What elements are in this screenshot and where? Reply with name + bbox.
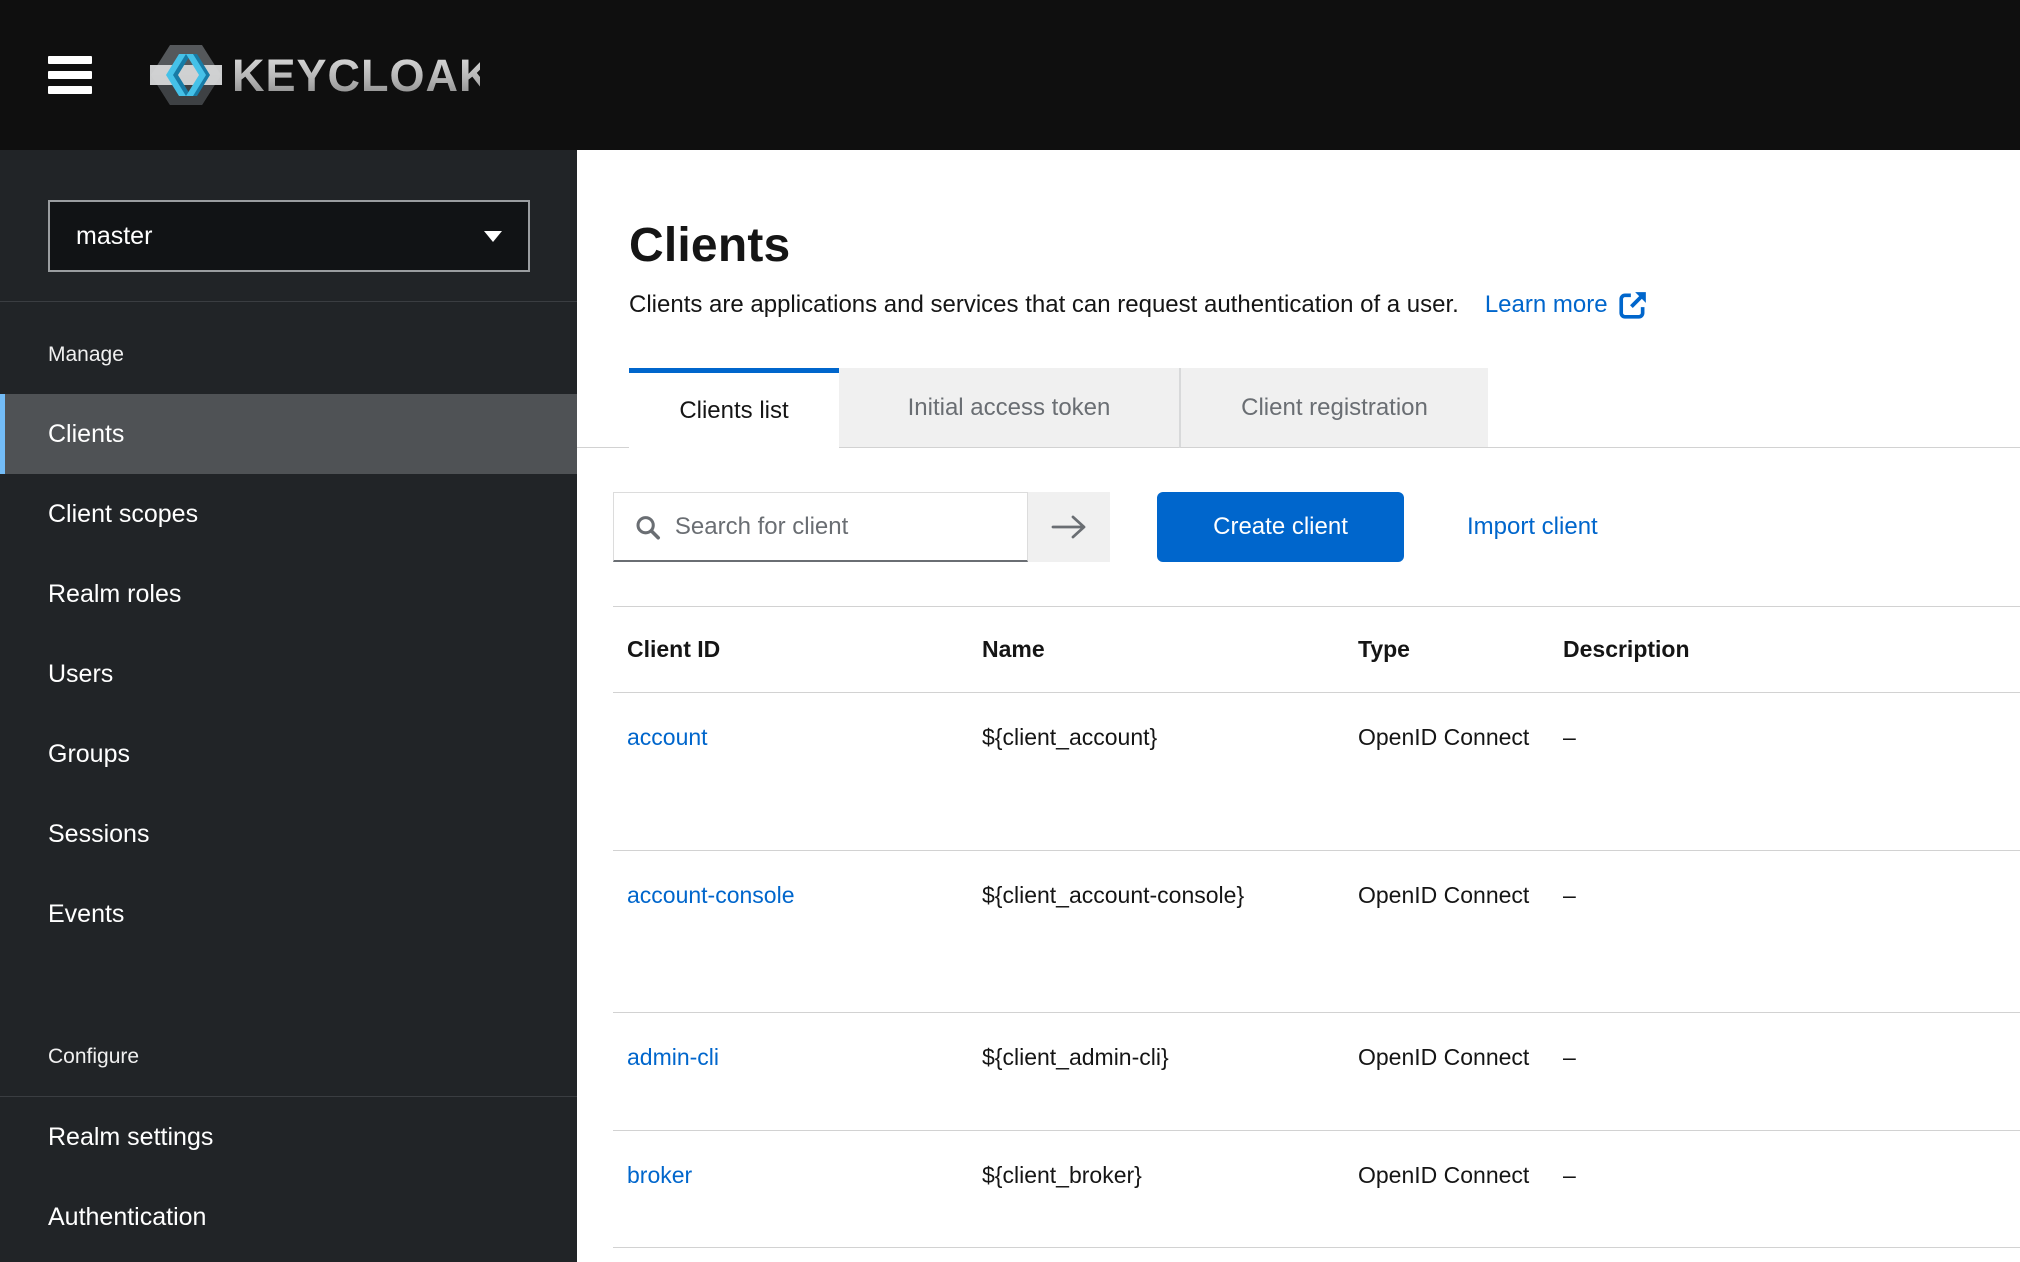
external-link-icon	[1618, 290, 1648, 320]
column-header-name: Name	[968, 607, 1344, 693]
sidebar-item-events[interactable]: Events	[0, 874, 577, 954]
realm-selector[interactable]: master	[48, 200, 530, 272]
sidebar-item-realm-settings[interactable]: Realm settings	[0, 1097, 577, 1177]
client-id-link[interactable]: account-console	[627, 882, 795, 908]
column-header-client-id: Client ID	[613, 607, 968, 693]
import-client-link[interactable]: Import client	[1467, 513, 1598, 541]
sidebar-item-users[interactable]: Users	[0, 634, 577, 714]
client-id-link[interactable]: admin-cli	[627, 1044, 719, 1070]
page-description: Clients are applications and services th…	[629, 288, 1459, 322]
nav-section-title-manage: Manage	[0, 342, 577, 368]
client-id-link[interactable]: broker	[627, 1162, 692, 1188]
page-title: Clients	[629, 218, 2020, 274]
client-description-cell: –	[1549, 693, 2020, 851]
search-submit-button[interactable]	[1028, 492, 1110, 562]
client-type-cell: OpenID Connect	[1344, 1013, 1549, 1131]
nav-section-configure: Configure Realm settings Authentication	[0, 1044, 577, 1257]
keycloak-brand-svg: KEYCLOAK	[150, 42, 480, 108]
clients-toolbar: Create client Import client	[613, 492, 2020, 562]
tab-bar: Clients list Initial access token Client…	[577, 368, 2020, 448]
sidebar-item-realm-roles[interactable]: Realm roles	[0, 554, 577, 634]
learn-more-link[interactable]: Learn more	[1485, 288, 1648, 322]
search-icon	[634, 512, 661, 542]
sidebar-nav: master Manage Clients Client scopes Real…	[0, 150, 577, 1262]
nav-section-manage: Manage Clients Client scopes Realm roles…	[0, 342, 577, 954]
client-name-cell: ${client_admin-cli}	[968, 1013, 1344, 1131]
masthead: KEYCLOAK	[0, 0, 2020, 150]
clients-table: Client ID Name Type Description account …	[613, 606, 2020, 1248]
client-type-cell: OpenID Connect	[1344, 851, 1549, 1013]
brand-wordmark: KEYCLOAK	[232, 50, 480, 101]
sidebar-item-sessions[interactable]: Sessions	[0, 794, 577, 874]
client-name-cell: ${client_account-console}	[968, 851, 1344, 1013]
table-row: account ${client_account} OpenID Connect…	[613, 693, 2020, 851]
arrow-right-icon	[1050, 513, 1088, 541]
clients-page: Clients Clients are applications and ser…	[577, 150, 2020, 1262]
create-client-button[interactable]: Create client	[1157, 492, 1404, 562]
realm-selector-value: master	[76, 222, 152, 251]
table-row: admin-cli ${client_admin-cli} OpenID Con…	[613, 1013, 2020, 1131]
sidebar-item-client-scopes[interactable]: Client scopes	[0, 474, 577, 554]
keycloak-logo: KEYCLOAK	[150, 42, 480, 108]
client-search-box	[613, 492, 1028, 562]
client-id-link[interactable]: account	[627, 724, 708, 750]
keycloak-admin-console: KEYCLOAK master Manage Clients Client sc…	[0, 0, 2020, 1262]
nav-section-title-configure: Configure	[0, 1044, 577, 1070]
client-description-cell: –	[1549, 1131, 2020, 1248]
table-header-row: Client ID Name Type Description	[613, 607, 2020, 693]
hamburger-menu-icon[interactable]	[48, 56, 92, 94]
table-row: account-console ${client_account-console…	[613, 851, 2020, 1013]
column-header-description: Description	[1549, 607, 2020, 693]
client-description-cell: –	[1549, 851, 2020, 1013]
tab-clients-list[interactable]: Clients list	[629, 368, 839, 448]
client-search-group	[613, 492, 1110, 562]
sidebar-item-authentication[interactable]: Authentication	[0, 1177, 577, 1257]
client-description-cell: –	[1549, 1013, 2020, 1131]
tab-initial-access-token[interactable]: Initial access token	[839, 368, 1179, 448]
client-search-input[interactable]	[675, 513, 1027, 541]
client-name-cell: ${client_account}	[968, 693, 1344, 851]
chevron-down-icon	[484, 231, 502, 242]
realm-selector-section: master	[0, 150, 577, 302]
sidebar-item-groups[interactable]: Groups	[0, 714, 577, 794]
column-header-type: Type	[1344, 607, 1549, 693]
table-row: broker ${client_broker} OpenID Connect –	[613, 1131, 2020, 1248]
client-name-cell: ${client_broker}	[968, 1131, 1344, 1248]
brand-hexagon-icon	[150, 45, 222, 105]
tab-client-registration[interactable]: Client registration	[1179, 368, 1488, 448]
client-type-cell: OpenID Connect	[1344, 1131, 1549, 1248]
client-type-cell: OpenID Connect	[1344, 693, 1549, 851]
sidebar-item-clients[interactable]: Clients	[0, 394, 577, 474]
